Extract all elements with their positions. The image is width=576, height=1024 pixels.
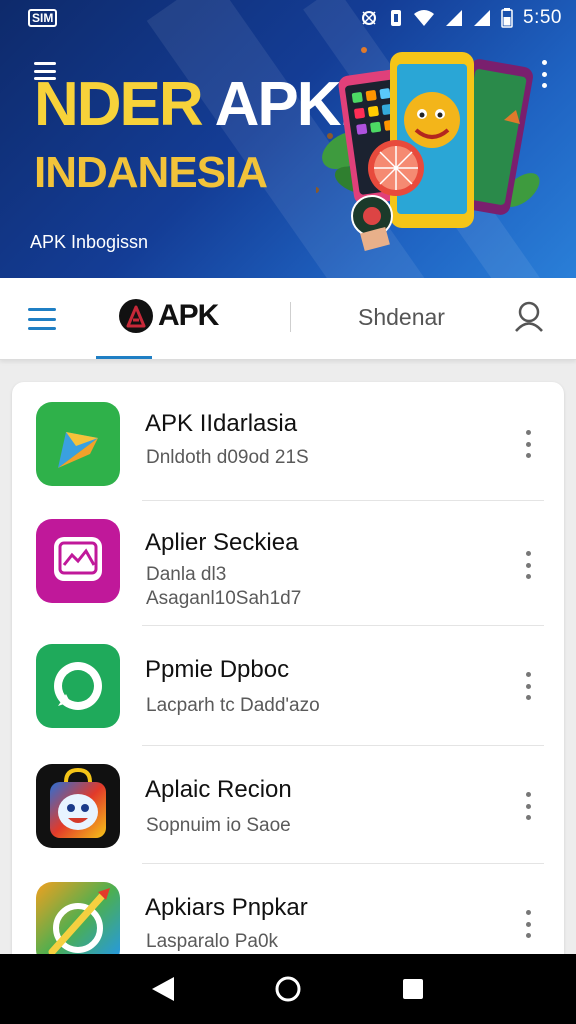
- app-title: Ppmie Dpboc: [145, 656, 290, 683]
- chat-bubble-icon: [36, 519, 120, 603]
- active-tab-indicator: [96, 356, 152, 359]
- back-button[interactable]: [141, 967, 185, 1011]
- app-title: APK IIdarlasia: [145, 410, 298, 437]
- user-search-icon[interactable]: [512, 300, 546, 334]
- hero-banner: NDER APKK INDANESIA APK Inbogissn: [0, 0, 576, 278]
- status-right: 5:50: [359, 7, 562, 29]
- signal-icon: [445, 9, 463, 27]
- app-subtitle: Dnldoth d09od 21S: [146, 447, 309, 468]
- banner-tagline: APK Inbogissn: [30, 232, 149, 252]
- nav-divider: [290, 302, 291, 332]
- app-navbar: APK Shdenar: [0, 278, 576, 360]
- battery-icon: [501, 8, 513, 28]
- app-subtitle: Sopnuim io Saoe: [146, 815, 291, 836]
- home-button[interactable]: [266, 967, 310, 1011]
- app-subtitle: Lasparalo Pa0k: [146, 931, 279, 952]
- home-circle-icon: [275, 976, 301, 1002]
- app-subtitle: Lacparh tc Dadd'azo: [146, 695, 320, 716]
- more-options-icon[interactable]: [524, 430, 532, 458]
- list-item[interactable]: APK IIdarlasia Dnldoth d09od 21S: [12, 382, 564, 501]
- banner-title-part1: NDER: [34, 70, 204, 139]
- more-options-icon[interactable]: [524, 792, 532, 820]
- back-triangle-icon: [151, 977, 174, 1001]
- sim-card-icon: SIM: [28, 9, 58, 27]
- more-options-icon[interactable]: [524, 672, 532, 700]
- vibrate-icon: [389, 8, 403, 28]
- apk-logo[interactable]: APK: [118, 298, 219, 334]
- more-options-icon[interactable]: [524, 551, 532, 579]
- shopping-bag-face-icon: [36, 764, 120, 848]
- apk-logo-icon: [119, 299, 153, 333]
- app-title: Aplaic Recion: [145, 776, 292, 803]
- phones-illustration: [316, 47, 540, 252]
- system-navigation-bar: [0, 954, 576, 1024]
- rotate-icon: [359, 8, 379, 28]
- app-subtitle-2: Asaganl10Sah1d7: [146, 588, 302, 609]
- clock: 5:50: [523, 7, 562, 28]
- recents-square-icon: [403, 979, 424, 999]
- status-left: SIM: [28, 9, 58, 27]
- more-options-icon[interactable]: [524, 910, 532, 938]
- signal-2-icon: [473, 9, 491, 27]
- list-item[interactable]: Aplier Seckiea Danla dl3 Asaganl10Sah1d7: [12, 501, 564, 626]
- app-title: Aplier Seckiea: [145, 529, 299, 556]
- list-item[interactable]: Ppmie Dpboc Lacparh tc Dadd'azo: [12, 626, 564, 746]
- app-list: APK IIdarlasia Dnldoth d09od 21S Aplier …: [12, 382, 564, 982]
- app-title: Apkiars Pnpkar: [145, 894, 308, 921]
- status-bar: SIM 5:50: [0, 0, 576, 36]
- list-item[interactable]: Aplaic Recion Sopnuim io Saoe: [12, 746, 564, 864]
- apk-logo-text: APK: [158, 299, 219, 332]
- menu-icon[interactable]: [28, 308, 56, 330]
- recents-button[interactable]: [391, 967, 435, 1011]
- search-label[interactable]: Shdenar: [358, 304, 445, 331]
- phone-chat-icon: [36, 644, 120, 728]
- play-arrow-icon: [36, 402, 120, 486]
- banner-subtitle: INDANESIA: [34, 148, 268, 197]
- wifi-icon: [413, 9, 435, 27]
- app-subtitle: Danla dl3: [146, 564, 227, 585]
